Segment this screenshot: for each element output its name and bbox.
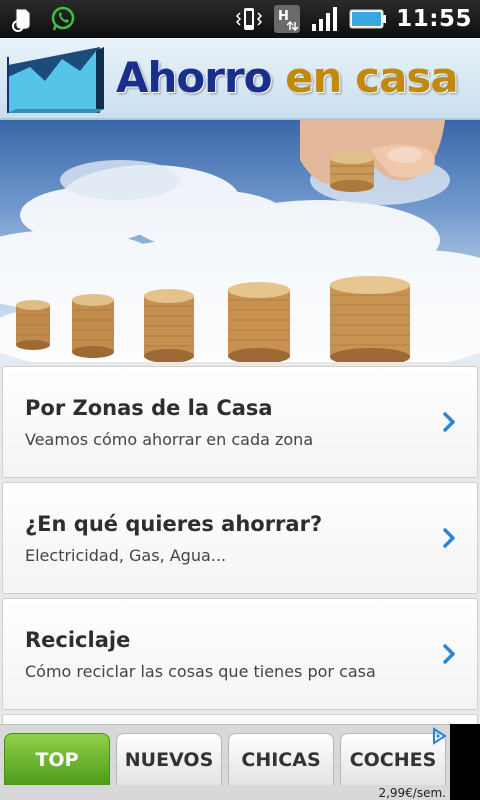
battery-icon (348, 4, 388, 34)
menu-item-title: Por Zonas de la Casa (25, 395, 273, 420)
ad-price-label: 2,99€/sem. (376, 786, 448, 800)
menu-item-zonas[interactable]: Por Zonas de la Casa Veamos cómo ahorrar… (2, 366, 478, 478)
app-title-part2: en casa (285, 53, 459, 102)
adchoices-icon[interactable] (430, 727, 448, 745)
menu-item-reciclaje[interactable]: Reciclaje Cómo reciclar las cosas que ti… (2, 598, 478, 710)
app-title-part1: Ahorro (116, 53, 273, 102)
chevron-right-icon (443, 644, 455, 664)
vibrate-icon (234, 4, 264, 34)
status-time: 11:55 (396, 6, 472, 32)
network-type-label: H (278, 9, 289, 24)
hsdpa-icon: H (272, 4, 302, 34)
ad-tab-bar: TOP NUEVOS CHICAS COCHES (4, 733, 446, 785)
app-title: Ahorro en casa (116, 57, 459, 99)
status-bar: H 11:55 (0, 0, 480, 38)
ad-tab-top[interactable]: TOP (4, 733, 110, 785)
menu-item-ahorrar[interactable]: ¿En qué quieres ahorrar? Electricidad, G… (2, 482, 478, 594)
evernote-icon (8, 4, 38, 34)
ad-right-margin (450, 724, 480, 800)
menu-item-title: Reciclaje (25, 627, 131, 652)
signal-icon (310, 4, 340, 34)
ad-tab-chicas[interactable]: CHICAS (228, 733, 334, 785)
ad-tab-nuevos[interactable]: NUEVOS (116, 733, 222, 785)
chevron-right-icon (443, 412, 455, 432)
ad-banner[interactable]: TOP NUEVOS CHICAS COCHES 2,99€/sem. (0, 724, 450, 800)
app-header-banner: Ahorro en casa (0, 38, 480, 120)
chart-logo-icon (0, 37, 110, 119)
hero-coins-image (0, 120, 480, 362)
whatsapp-icon (48, 4, 78, 34)
menu-item-title: ¿En qué quieres ahorrar? (25, 511, 323, 536)
menu-item-subtitle: Cómo reciclar las cosas que tienes por c… (25, 661, 376, 681)
menu-item-subtitle: Electricidad, Gas, Agua... (25, 545, 227, 565)
main-menu-list: Por Zonas de la Casa Veamos cómo ahorrar… (0, 362, 480, 734)
menu-item-subtitle: Veamos cómo ahorrar en cada zona (25, 429, 314, 449)
chevron-right-icon (443, 528, 455, 548)
